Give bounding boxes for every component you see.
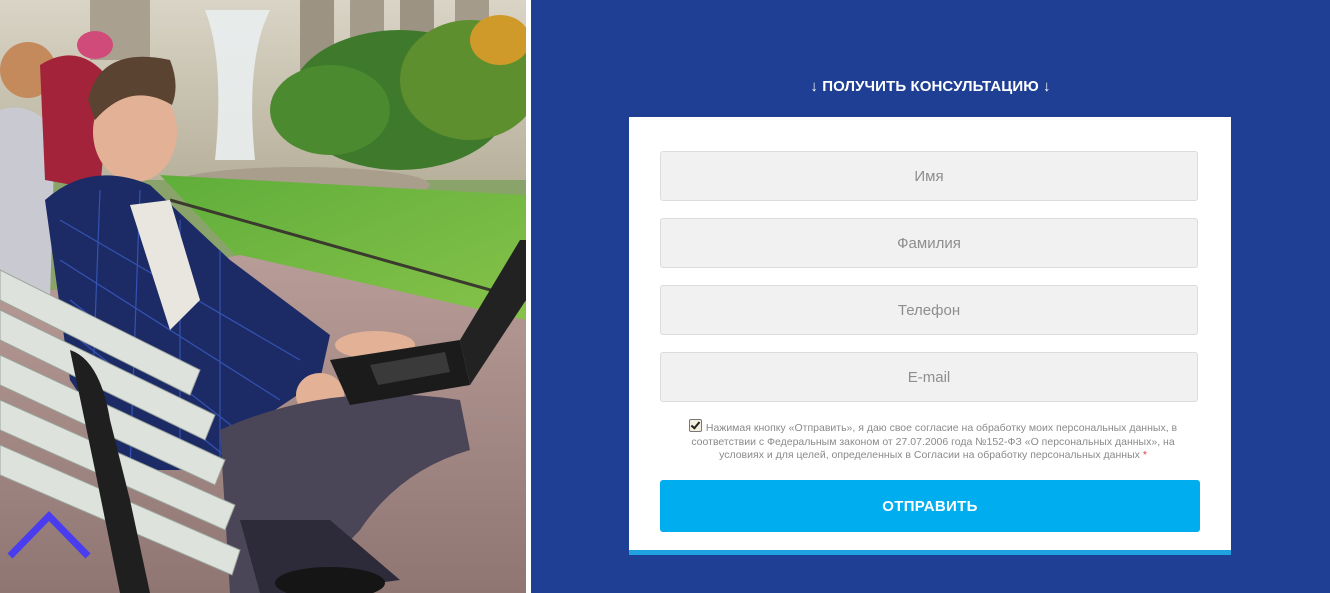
form-heading: ↓ ПОЛУЧИТЬ КОНСУЛЬТАЦИЮ ↓ [810,78,1051,95]
photo-illustration [0,0,526,593]
phone-input[interactable] [660,285,1198,335]
email-input[interactable] [660,352,1198,402]
consent-checkbox[interactable] [688,419,702,432]
submit-button[interactable]: ОТПРАВИТЬ [660,480,1200,532]
chevron-up-icon [7,510,91,559]
consent-block: Нажимая кнопку «Отправить», я даю свое с… [675,419,1191,463]
name-input[interactable] [660,151,1198,201]
required-marker: * [1142,449,1147,461]
surname-input[interactable] [660,218,1198,268]
scroll-to-top-button[interactable] [6,508,92,560]
consultation-section: ↓ ПОЛУЧИТЬ КОНСУЛЬТАЦИЮ ↓ Нажимая кнопку… [531,0,1330,593]
consent-text: Нажимая кнопку «Отправить», я даю свое с… [691,422,1178,461]
hero-photo [0,0,526,593]
consultation-form: Нажимая кнопку «Отправить», я даю свое с… [629,117,1231,555]
